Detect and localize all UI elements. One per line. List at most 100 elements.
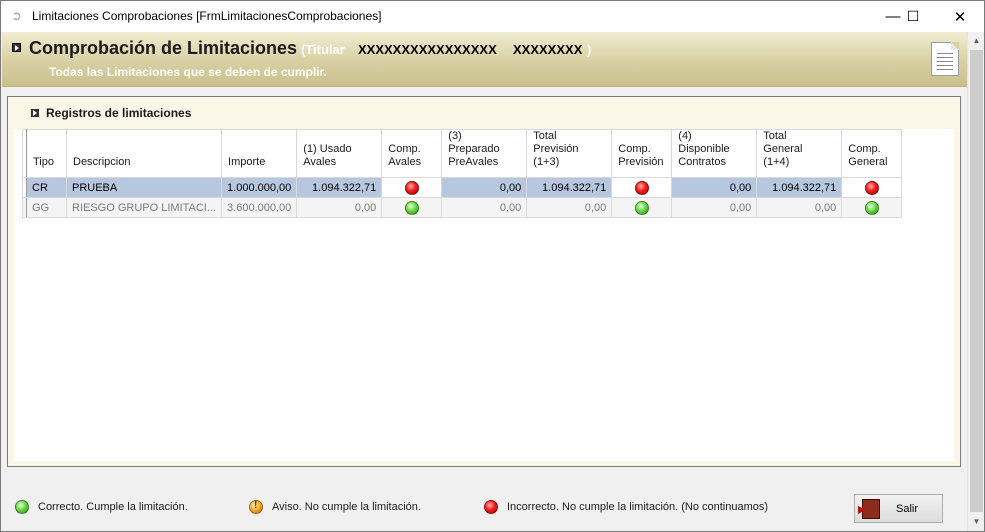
orange-warning-circle-icon (249, 500, 263, 514)
legend-correct: Correcto. Cumple la limitación. (15, 500, 188, 514)
header-comp-avales[interactable]: Comp. Avales (381, 129, 443, 178)
maximize-button[interactable]: ☐ (891, 1, 935, 32)
scroll-up-icon[interactable]: ▲ (968, 32, 985, 49)
section-title: Registros de limitaciones (46, 106, 192, 120)
table-row[interactable]: GG RIESGO GRUPO LIMITACI... 3.600.000,00… (22, 197, 903, 218)
header-disponible-contratos[interactable]: (4) Disponible Contratos (671, 129, 758, 178)
cell-comp-prevision[interactable] (611, 177, 673, 198)
limitations-table: Tipo Descripcion Importe (1) Usado Avales… (22, 129, 903, 218)
header-importe[interactable]: Importe (221, 129, 298, 178)
cell-comp-avales[interactable] (381, 177, 443, 198)
window: ➲ Limitaciones Comprobaciones [FrmLimita… (0, 0, 985, 532)
cell-comp-general[interactable] (841, 197, 903, 218)
header-comp-general[interactable]: Comp. General (841, 129, 903, 178)
exit-door-icon (858, 498, 880, 519)
cell-preparado-preavales[interactable]: 0,00 (441, 177, 528, 198)
header-descripcion[interactable]: Descripcion (65, 129, 223, 178)
header-label: (1+4) (763, 156, 790, 168)
header-bullet-icon (12, 43, 21, 52)
cell-tipo[interactable]: CR (26, 177, 67, 198)
header-usado-avales[interactable]: (1) Usado Avales (296, 129, 383, 178)
limitations-grid[interactable]: Tipo Descripcion Importe (1) Usado Avales… (14, 129, 954, 461)
cell-descripcion[interactable]: RIESGO GRUPO LIMITACI... (65, 197, 223, 218)
header-label: Total (533, 130, 557, 142)
header-label: Total (763, 130, 787, 142)
green-circle-icon (864, 200, 879, 215)
cell-usado-avales[interactable]: 1.094.322,71 (296, 177, 383, 198)
cell-importe[interactable]: 3.600.000,00 (221, 197, 298, 218)
page-title: Comprobación de Limitaciones (29, 38, 298, 58)
table-header-row: Tipo Descripcion Importe (1) Usado Avales… (22, 129, 903, 178)
titular-code-2: XXXXXXXX (513, 42, 583, 57)
cell-importe[interactable]: 1.000.000,00 (221, 177, 298, 198)
cell-disponible-contratos[interactable]: 0,00 (671, 177, 758, 198)
document-icon (931, 42, 959, 76)
header-total-general[interactable]: Total General (1+4) (756, 129, 843, 178)
page-subtitle: Todas las Limitaciones que se deben de c… (49, 65, 327, 79)
header-label: (1+3) (533, 156, 560, 168)
cell-descripcion[interactable]: PRUEBA (65, 177, 223, 198)
header-label: Descripcion (73, 156, 131, 168)
window-title: Limitaciones Comprobaciones [FrmLimitaci… (32, 9, 382, 23)
title-bar: ➲ Limitaciones Comprobaciones [FrmLimita… (1, 1, 984, 32)
header-label: Comp. (848, 143, 881, 155)
header-label: Contratos (678, 156, 726, 168)
cell-comp-prevision[interactable] (611, 197, 673, 218)
header-tipo[interactable]: Tipo (26, 129, 67, 178)
legend-correct-label: Correcto. Cumple la limitación. (38, 501, 188, 513)
table-row[interactable]: CR PRUEBA 1.000.000,00 1.094.322,71 0,00… (22, 177, 903, 198)
header-label: General (763, 143, 803, 155)
header-label: Comp. (388, 143, 421, 155)
header-label: (3) (448, 130, 462, 142)
app-icon: ➲ (11, 8, 22, 23)
header-label: Comp. (618, 143, 651, 155)
legend-warning-label: Aviso. No cumple la limitación. (272, 501, 421, 513)
close-window-button[interactable]: ✕ (938, 1, 982, 32)
titular-code-1: XXXXXXXXXXXXXXXX (358, 42, 497, 57)
scroll-down-icon[interactable]: ▼ (968, 513, 985, 530)
header-label: Avales (303, 156, 337, 168)
red-circle-icon (404, 180, 419, 195)
red-circle-icon (634, 180, 649, 195)
cell-comp-avales[interactable] (381, 197, 443, 218)
legend-incorrect: Incorrecto. No cumple la limitación. (No… (484, 500, 768, 514)
header-label: Avales (388, 156, 422, 168)
scrollbar-thumb[interactable] (970, 50, 983, 512)
cell-total-general[interactable]: 1.094.322,71 (756, 177, 843, 198)
cell-total-prevision[interactable]: 1.094.322,71 (526, 177, 613, 198)
cell-total-general[interactable]: 0,00 (756, 197, 843, 218)
header-band: Comprobación de Limitaciones (Titular XX… (2, 32, 967, 87)
close-icon: ✕ (953, 8, 967, 26)
header-label: Previsión (618, 156, 664, 168)
header-label: (1) Usado (303, 143, 352, 155)
salir-button[interactable]: Salir (854, 494, 943, 523)
header-label: Preparado (448, 143, 500, 155)
green-circle-icon (15, 500, 29, 514)
cell-total-prevision[interactable]: 0,00 (526, 197, 613, 218)
header-label: PreAvales (448, 156, 499, 168)
cell-disponible-contratos[interactable]: 0,00 (671, 197, 758, 218)
green-circle-icon (634, 200, 649, 215)
salir-label: Salir (896, 502, 919, 515)
legend-warning: Aviso. No cumple la limitación. (249, 500, 421, 514)
header-preparado-preavales[interactable]: (3) Preparado PreAvales (441, 129, 528, 178)
maximize-icon: ☐ (906, 8, 920, 24)
cell-comp-general[interactable] (841, 177, 903, 198)
section-bullet-icon (31, 109, 39, 117)
vertical-scrollbar[interactable]: ▲ ▼ (967, 32, 984, 531)
cell-usado-avales[interactable]: 0,00 (296, 197, 383, 218)
header-label: (4) (678, 130, 692, 142)
header-label: Disponible (678, 143, 730, 155)
header-comp-prevision[interactable]: Comp. Previsión (611, 129, 673, 178)
header-label: Tipo (33, 156, 54, 168)
header-total-prevision[interactable]: Total Previsión (1+3) (526, 129, 613, 178)
limitations-panel: Registros de limitaciones Tipo Descripci… (7, 96, 961, 467)
cell-tipo[interactable]: GG (26, 197, 67, 218)
header-label: General (848, 156, 888, 168)
cell-preparado-preavales[interactable]: 0,00 (441, 197, 528, 218)
green-circle-icon (404, 200, 419, 215)
red-circle-icon (864, 180, 879, 195)
header-label: Importe (228, 156, 266, 168)
legend-incorrect-label: Incorrecto. No cumple la limitación. (No… (507, 501, 769, 513)
header-label: Previsión (533, 143, 579, 155)
